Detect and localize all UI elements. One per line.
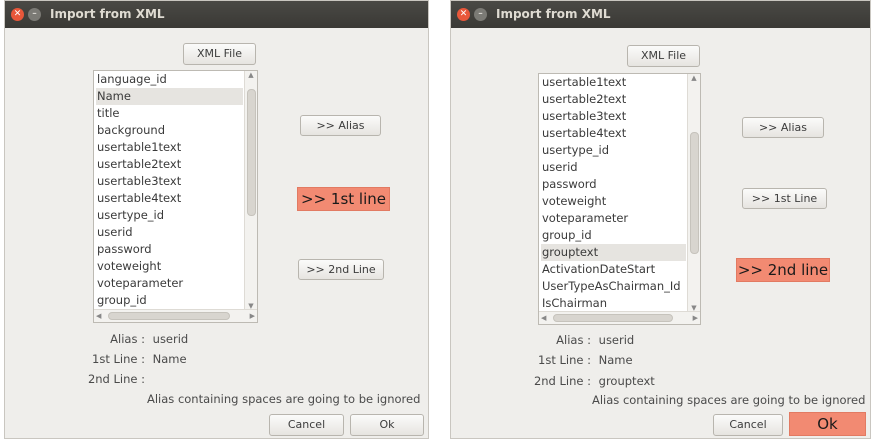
scroll-right-icon[interactable]: ▶ — [693, 312, 698, 324]
second-line-button[interactable]: >> 2nd line — [736, 258, 830, 282]
scrollbar-thumb[interactable] — [247, 89, 256, 216]
alias-info: Alias : userid — [511, 333, 634, 347]
vertical-scrollbar[interactable]: ▲ ▼ — [687, 74, 700, 312]
list-item[interactable]: usertable4text — [96, 190, 243, 207]
second-line-label: 2nd Line : — [533, 374, 591, 388]
list-item[interactable]: usertable2text — [541, 91, 686, 108]
alias-label: Alias : — [110, 332, 145, 346]
window-title: Import from XML — [50, 7, 165, 21]
list-item[interactable]: password — [541, 176, 686, 193]
alias-value: userid — [152, 332, 189, 346]
ok-button[interactable]: Ok — [789, 412, 866, 436]
second-line-button[interactable]: >> 2nd Line — [298, 259, 384, 280]
second-line-value: grouptext — [598, 374, 655, 388]
alias-value: userid — [598, 333, 635, 347]
list-item[interactable]: password — [96, 241, 243, 258]
minimize-icon[interactable]: – — [28, 8, 41, 21]
first-line-button[interactable]: >> 1st Line — [742, 188, 827, 209]
spaces-note: Alias containing spaces are going to be … — [147, 392, 421, 406]
first-line-info: 1st Line : Name — [511, 353, 633, 367]
spaces-note: Alias containing spaces are going to be … — [592, 393, 866, 407]
xml-file-button[interactable]: XML File — [183, 43, 256, 65]
horizontal-scrollbar[interactable]: ◀ ▶ — [539, 311, 700, 324]
cancel-button[interactable]: Cancel — [269, 414, 344, 436]
list-item[interactable]: usertype_id — [96, 207, 243, 224]
list-item[interactable]: usertable1text — [541, 74, 686, 91]
list-item[interactable]: usertable2text — [96, 156, 243, 173]
xml-file-button[interactable]: XML File — [627, 45, 700, 67]
scrollbar-thumb[interactable] — [553, 314, 673, 322]
alias-button[interactable]: >> Alias — [300, 115, 381, 136]
first-line-label: 1st Line : — [92, 352, 145, 366]
first-line-value: Name — [152, 352, 187, 366]
list-item[interactable]: voteparameter — [96, 275, 243, 292]
alias-button[interactable]: >> Alias — [742, 117, 824, 138]
list-item[interactable]: UserTypeAsChairman_Id — [541, 278, 686, 295]
first-line-value: Name — [598, 353, 633, 367]
scroll-left-icon[interactable]: ◀ — [541, 312, 546, 324]
list-item[interactable]: usertable1text — [96, 139, 243, 156]
window-title: Import from XML — [496, 7, 611, 21]
list-item[interactable]: language_id — [96, 71, 243, 88]
first-line-info: 1st Line : Name — [65, 352, 187, 366]
list-item[interactable]: group_id — [541, 227, 686, 244]
first-line-button[interactable]: >> 1st line — [297, 187, 390, 211]
list-item[interactable]: ActivationDateStart — [541, 261, 686, 278]
list-item[interactable]: userid — [96, 224, 243, 241]
first-line-label: 1st Line : — [538, 353, 591, 367]
ok-button[interactable]: Ok — [350, 414, 424, 436]
field-list[interactable]: language_id Name title background userta… — [93, 70, 258, 323]
title-bar: ✕ – Import from XML — [451, 1, 870, 28]
list-item[interactable]: usertable3text — [96, 173, 243, 190]
scroll-left-icon[interactable]: ◀ — [96, 310, 101, 322]
second-line-info: 2nd Line : — [65, 372, 149, 386]
scroll-right-icon[interactable]: ▶ — [250, 310, 255, 322]
list-item[interactable]: usertable4text — [541, 125, 686, 142]
list-item[interactable]: group_id — [96, 292, 243, 309]
alias-info: Alias : userid — [65, 332, 188, 346]
close-icon[interactable]: ✕ — [457, 8, 470, 21]
close-icon[interactable]: ✕ — [11, 8, 24, 21]
list-item-selected[interactable]: grouptext — [541, 244, 686, 261]
import-dialog-right: ✕ – Import from XML XML File usertable1t… — [450, 0, 871, 439]
alias-label: Alias : — [556, 333, 591, 347]
list-item[interactable]: background — [96, 122, 243, 139]
scrollbar-thumb[interactable] — [108, 312, 230, 320]
list-item[interactable]: voteparameter — [541, 210, 686, 227]
second-line-info: 2nd Line : grouptext — [511, 374, 655, 388]
list-item[interactable]: usertype_id — [541, 142, 686, 159]
list-item[interactable]: IsChairman — [541, 295, 686, 312]
minimize-icon[interactable]: – — [474, 8, 487, 21]
list-item[interactable]: usertable3text — [541, 108, 686, 125]
list-item[interactable]: voteweight — [541, 193, 686, 210]
list-item[interactable]: userid — [541, 159, 686, 176]
field-list[interactable]: usertable1text usertable2text usertable3… — [538, 73, 701, 325]
vertical-scrollbar[interactable]: ▲ ▼ — [244, 71, 257, 310]
second-line-label: 2nd Line : — [87, 372, 145, 386]
list-item-selected[interactable]: Name — [96, 88, 243, 105]
title-bar: ✕ – Import from XML — [5, 1, 428, 28]
import-dialog-left: ✕ – Import from XML XML File language_id… — [4, 0, 429, 439]
list-item[interactable]: title — [96, 105, 243, 122]
cancel-button[interactable]: Cancel — [713, 414, 783, 436]
horizontal-scrollbar[interactable]: ◀ ▶ — [94, 309, 257, 322]
scrollbar-thumb[interactable] — [690, 132, 699, 254]
scroll-up-icon[interactable]: ▲ — [688, 74, 700, 82]
list-item[interactable]: voteweight — [96, 258, 243, 275]
scroll-up-icon[interactable]: ▲ — [245, 71, 257, 79]
